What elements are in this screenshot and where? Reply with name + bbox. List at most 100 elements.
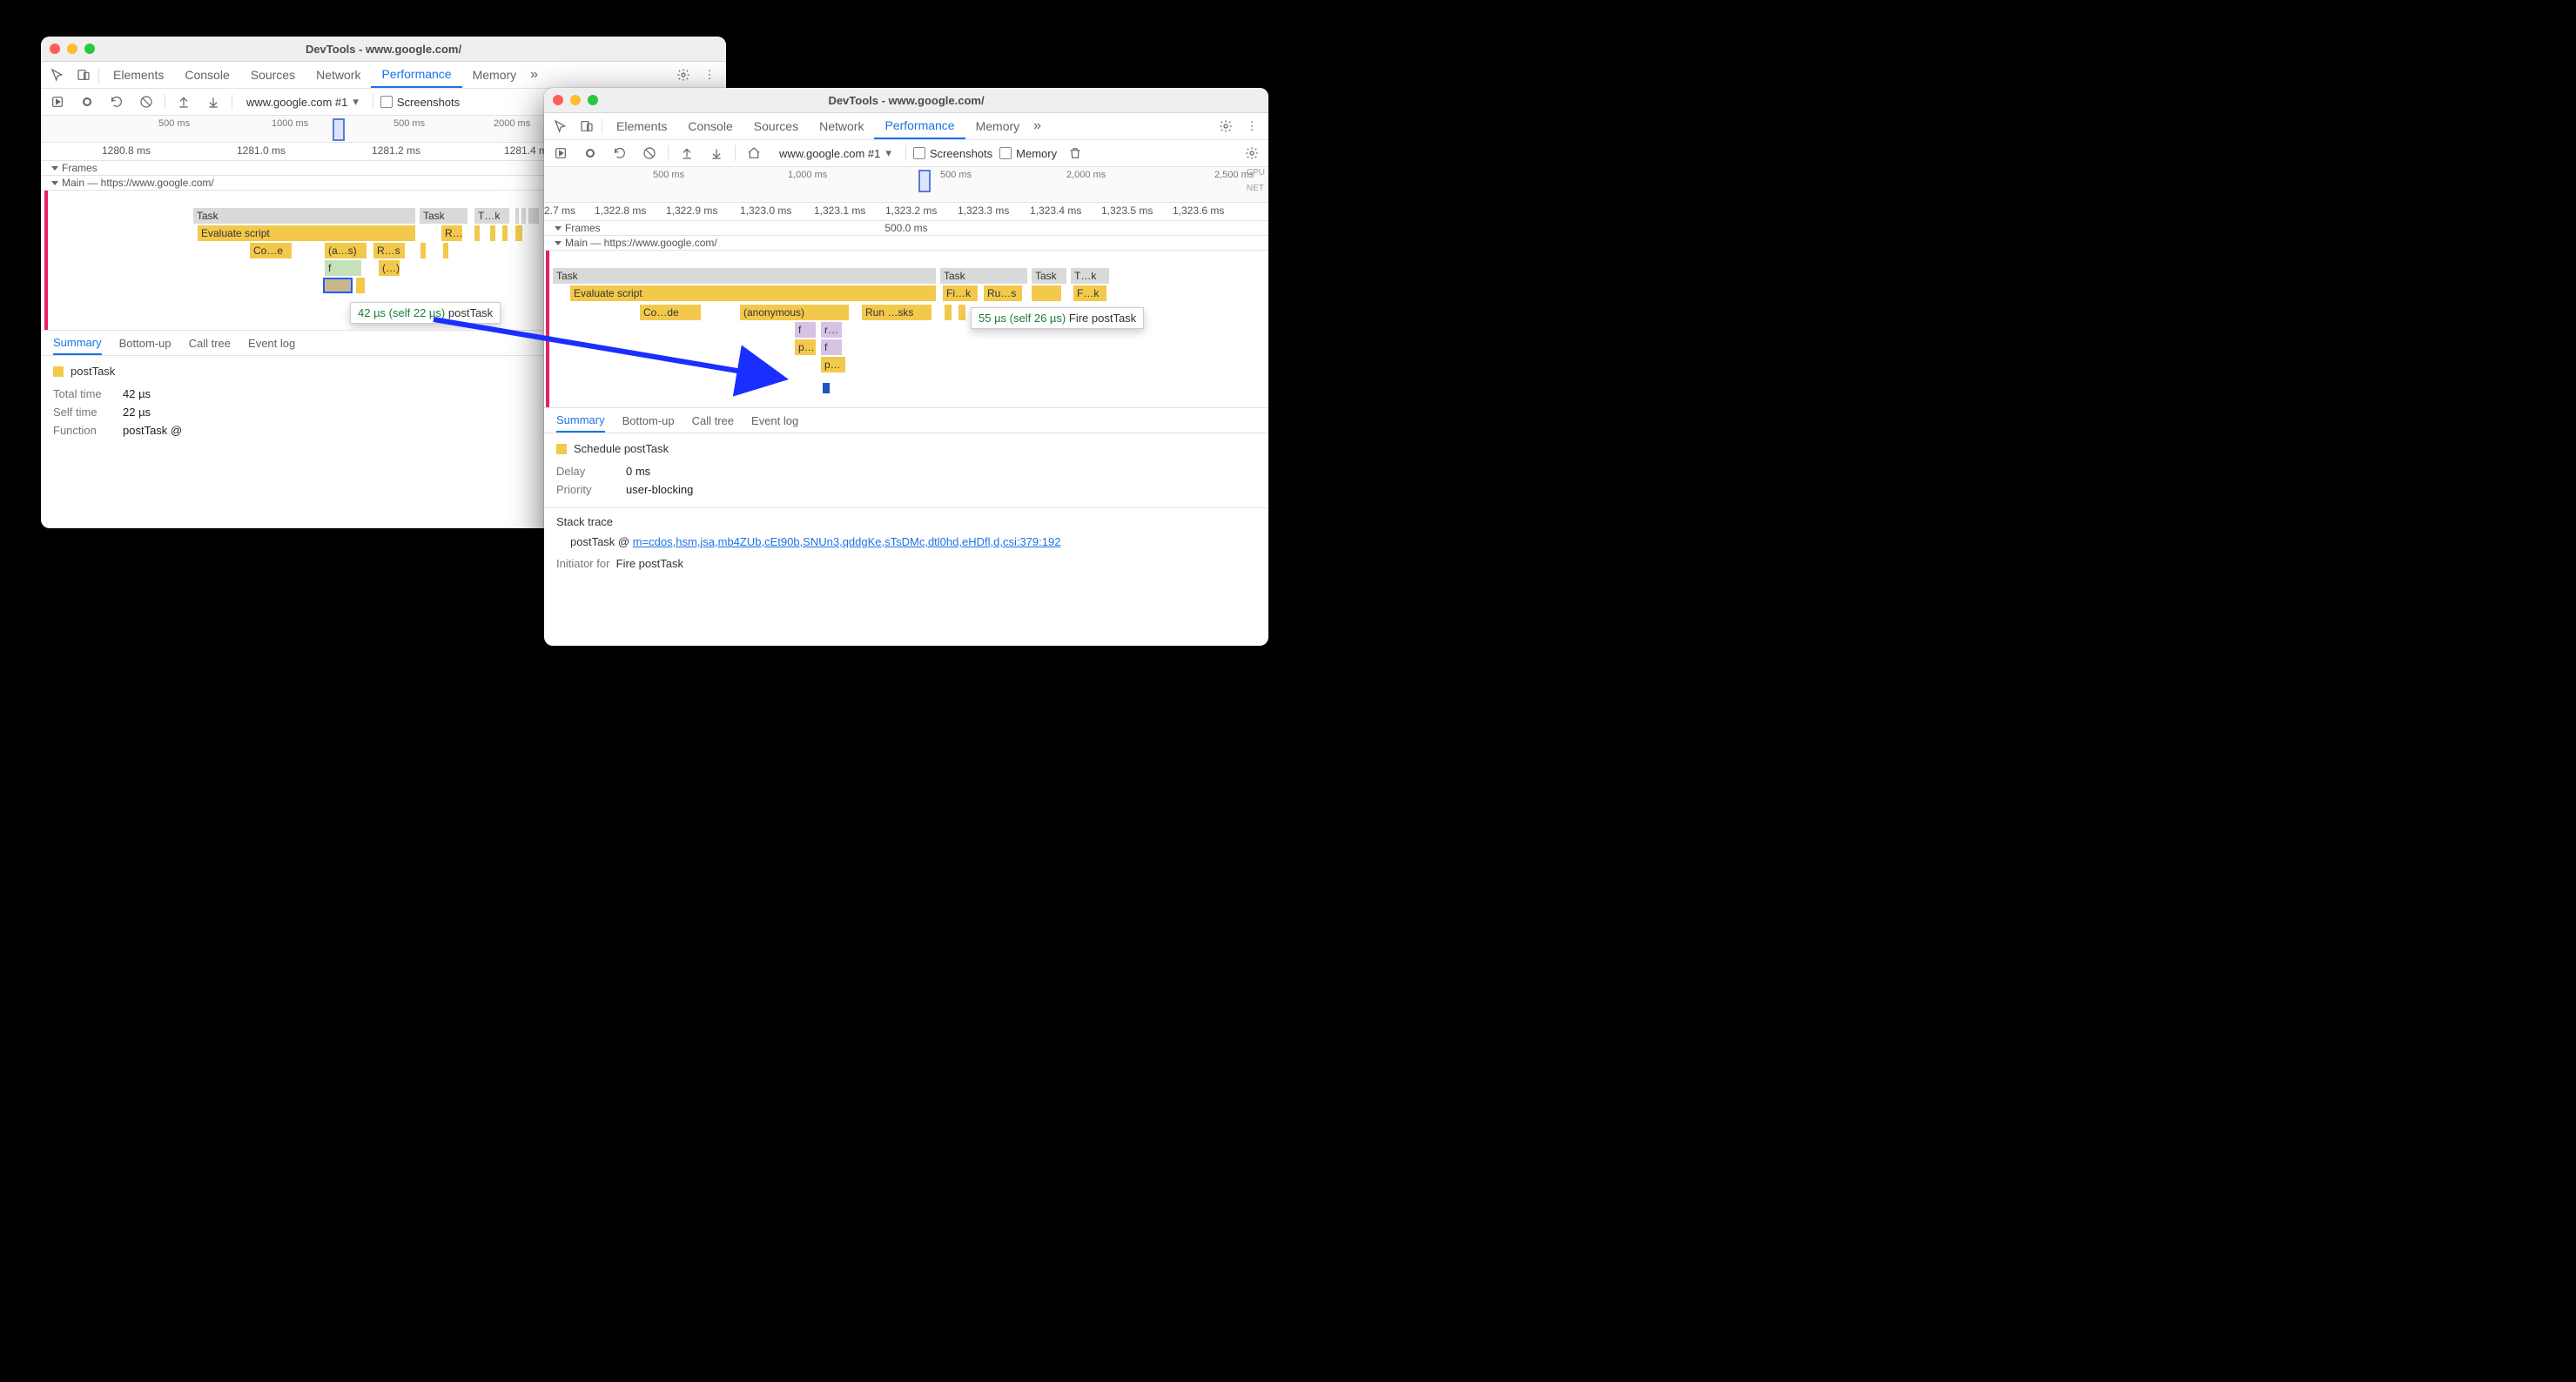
collapse-icon[interactable]: [51, 166, 58, 171]
flame-block[interactable]: R…s: [373, 243, 405, 258]
tab-memory[interactable]: Memory: [965, 113, 1031, 139]
flame-block[interactable]: [945, 305, 952, 320]
trash-icon[interactable]: [1064, 142, 1086, 164]
more-panels-icon[interactable]: »: [530, 67, 538, 83]
flame-block[interactable]: f: [821, 339, 842, 355]
flame-block[interactable]: Co…de: [640, 305, 701, 320]
device-icon[interactable]: [575, 115, 598, 138]
home-icon[interactable]: [743, 142, 765, 164]
clear-icon[interactable]: [638, 142, 661, 164]
source-link[interactable]: m=cdos,hsm,jsa,mb4ZUb,cEt90b,SNUn3,qddgK…: [633, 535, 1061, 548]
details-tab-summary[interactable]: Summary: [556, 409, 605, 433]
profile-select[interactable]: www.google.com #1 ▾: [239, 95, 366, 109]
tab-console[interactable]: Console: [174, 62, 239, 88]
main-row[interactable]: Main — https://www.google.com/: [544, 236, 1268, 251]
close-icon[interactable]: [50, 44, 60, 54]
flame-block[interactable]: Run …sks: [862, 305, 932, 320]
flame-block[interactable]: Fi…k: [943, 285, 978, 301]
minimize-icon[interactable]: [67, 44, 77, 54]
tab-performance[interactable]: Performance: [371, 62, 461, 88]
flame-block[interactable]: T…k: [474, 208, 509, 224]
flame-block[interactable]: [521, 208, 526, 224]
flame-block[interactable]: [490, 225, 495, 241]
flame-block[interactable]: (anonymous): [740, 305, 849, 320]
close-icon[interactable]: [553, 95, 563, 105]
screenshots-checkbox[interactable]: Screenshots: [913, 147, 992, 160]
details-tab-event-log[interactable]: Event log: [248, 332, 295, 354]
flame-block[interactable]: [515, 225, 522, 241]
flame-block[interactable]: f: [795, 322, 816, 338]
download-icon[interactable]: [202, 91, 225, 113]
tab-elements[interactable]: Elements: [103, 62, 174, 88]
tab-performance[interactable]: Performance: [874, 113, 965, 139]
flame-block[interactable]: [420, 243, 426, 258]
details-tab-bottom-up[interactable]: Bottom-up: [119, 332, 172, 354]
flame-block[interactable]: Ru…s: [984, 285, 1022, 301]
record-page-load-icon[interactable]: [46, 91, 69, 113]
titlebar[interactable]: DevTools - www.google.com/: [41, 37, 726, 62]
collapse-icon[interactable]: [555, 226, 562, 231]
flame-block[interactable]: [474, 225, 480, 241]
profile-select[interactable]: www.google.com #1 ▾: [772, 146, 898, 160]
titlebar[interactable]: DevTools - www.google.com/: [544, 88, 1268, 113]
details-tab-call-tree[interactable]: Call tree: [189, 332, 231, 354]
details-tab-summary[interactable]: Summary: [53, 332, 102, 355]
maximize-icon[interactable]: [588, 95, 598, 105]
flame-block[interactable]: Task: [193, 208, 415, 224]
reload-icon[interactable]: [105, 91, 128, 113]
tab-network[interactable]: Network: [809, 113, 874, 139]
maximize-icon[interactable]: [84, 44, 95, 54]
memory-checkbox[interactable]: Memory: [999, 147, 1057, 160]
reload-icon[interactable]: [609, 142, 631, 164]
screenshots-checkbox[interactable]: Screenshots: [380, 96, 460, 109]
inspect-icon[interactable]: [46, 64, 69, 86]
flame-block[interactable]: Evaluate script: [570, 285, 936, 301]
upload-icon[interactable]: [676, 142, 698, 164]
flame-block[interactable]: Task: [553, 268, 936, 284]
flame-block[interactable]: r…: [821, 322, 842, 338]
clear-icon[interactable]: [135, 91, 158, 113]
flame-block[interactable]: f: [325, 260, 361, 276]
tab-elements[interactable]: Elements: [606, 113, 677, 139]
flame-block[interactable]: (…): [379, 260, 400, 276]
flame-block[interactable]: [502, 225, 508, 241]
device-icon[interactable]: [72, 64, 95, 86]
flame-block[interactable]: Task: [420, 208, 467, 224]
collapse-icon[interactable]: [51, 181, 58, 185]
flame-block[interactable]: p…: [795, 339, 816, 355]
flame-block[interactable]: T…k: [1071, 268, 1109, 284]
record-page-load-icon[interactable]: [549, 142, 572, 164]
flame-block[interactable]: Evaluate script: [198, 225, 415, 241]
kebab-icon[interactable]: ⋮: [698, 64, 721, 86]
tab-network[interactable]: Network: [306, 62, 371, 88]
flame-block[interactable]: F…k: [1073, 285, 1106, 301]
flame-block[interactable]: [515, 208, 519, 224]
flame-block[interactable]: Task: [940, 268, 1027, 284]
gear-icon[interactable]: [1214, 115, 1237, 138]
tab-console[interactable]: Console: [677, 113, 743, 139]
tab-memory[interactable]: Memory: [462, 62, 528, 88]
overview-minimap[interactable]: CPU NET 500 ms1,000 ms500 ms2,000 ms2,50…: [544, 167, 1268, 203]
flame-block[interactable]: [443, 243, 448, 258]
tab-sources[interactable]: Sources: [743, 113, 809, 139]
time-ruler[interactable]: 2.7 ms1,322.8 ms1,322.9 ms1,323.0 ms1,32…: [544, 203, 1268, 221]
flame-chart[interactable]: 55 µs (self 26 µs) Fire postTask TaskTas…: [544, 251, 1268, 408]
flame-block[interactable]: Task: [1032, 268, 1066, 284]
flame-block[interactable]: [1032, 285, 1061, 301]
flame-block[interactable]: [356, 278, 365, 293]
flame-block[interactable]: [323, 278, 353, 293]
flame-block[interactable]: Co…e: [250, 243, 292, 258]
more-panels-icon[interactable]: »: [1033, 118, 1041, 134]
collapse-icon[interactable]: [555, 241, 562, 245]
download-icon[interactable]: [705, 142, 728, 164]
gear-icon[interactable]: [1241, 142, 1263, 164]
frames-row[interactable]: Frames 500.0 ms: [544, 221, 1268, 236]
minimize-icon[interactable]: [570, 95, 581, 105]
flame-block[interactable]: R…: [441, 225, 462, 241]
details-tab-event-log[interactable]: Event log: [751, 410, 798, 432]
record-icon[interactable]: [579, 142, 602, 164]
upload-icon[interactable]: [172, 91, 195, 113]
kebab-icon[interactable]: ⋮: [1241, 115, 1263, 138]
flame-block[interactable]: [958, 305, 965, 320]
flame-block[interactable]: p…: [821, 357, 845, 372]
